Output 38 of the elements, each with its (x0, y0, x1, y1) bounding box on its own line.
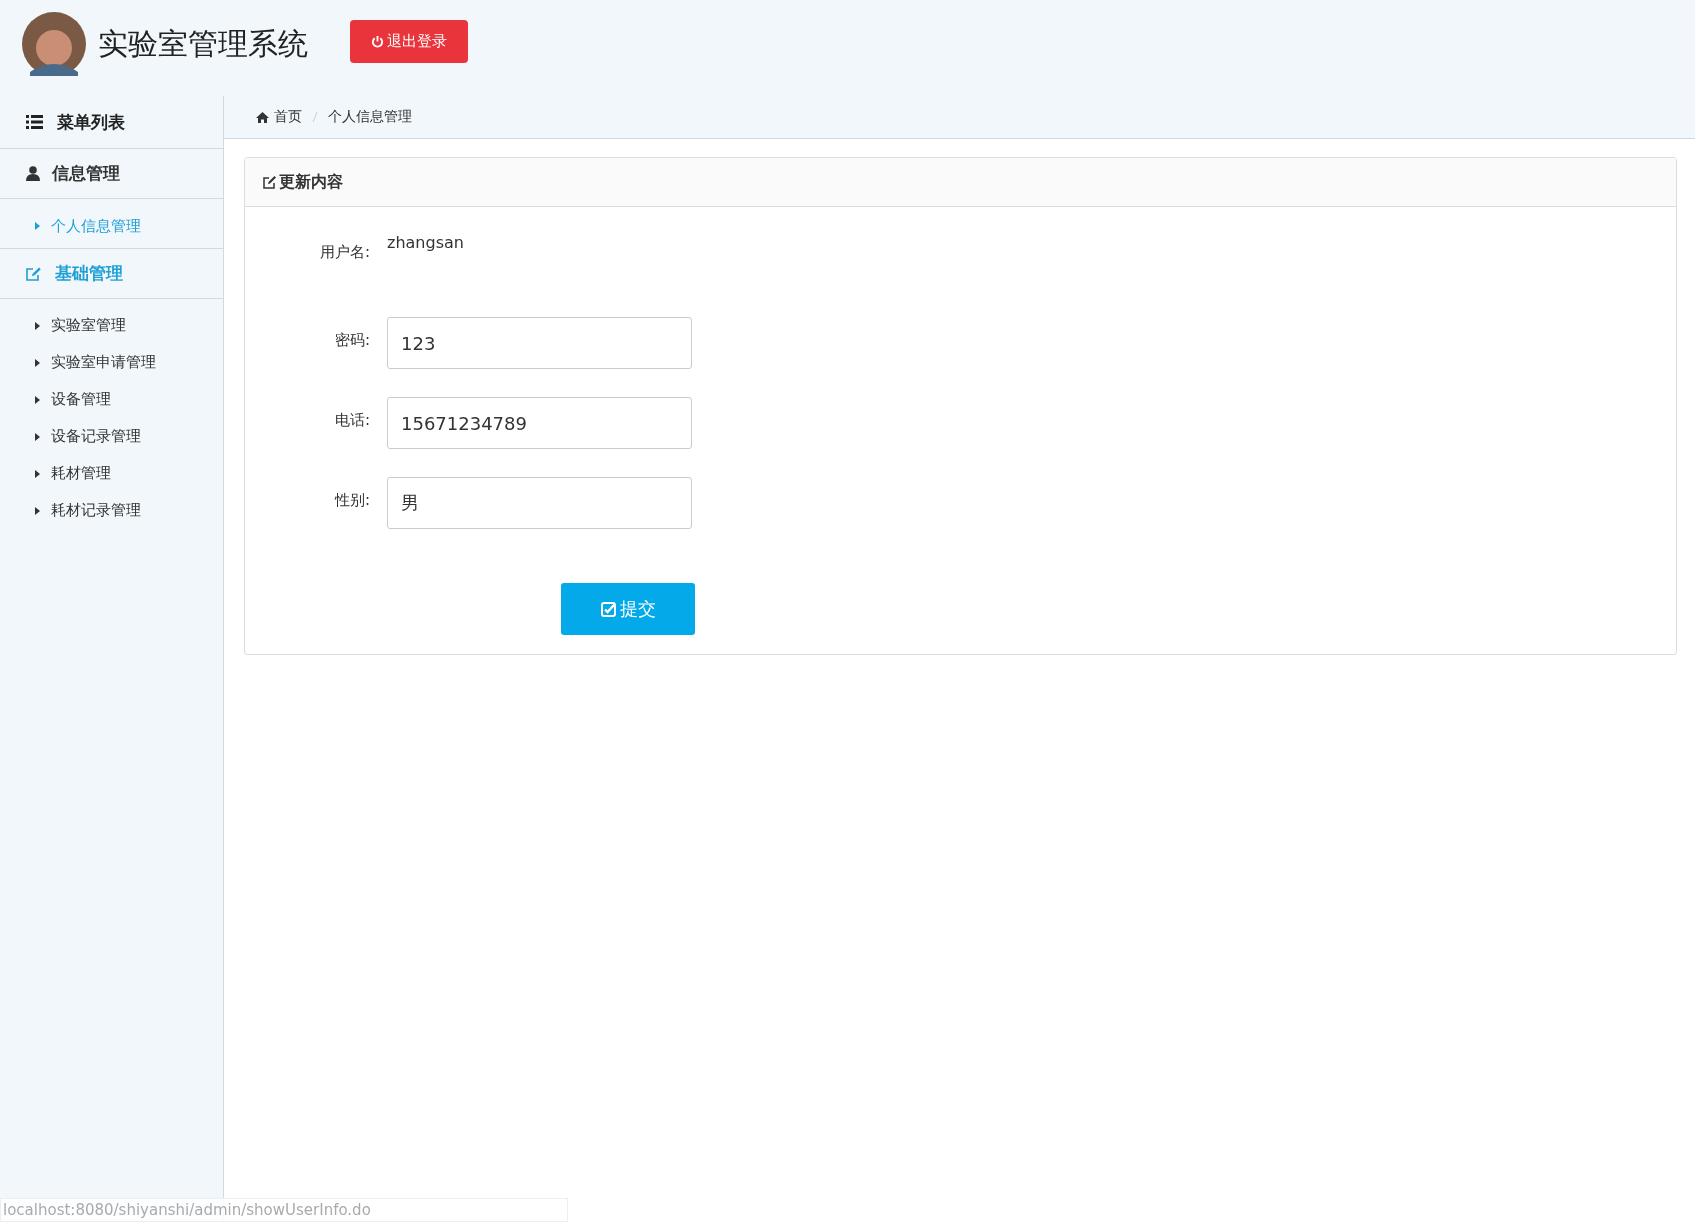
logout-button[interactable]: 退出登录 (350, 20, 468, 63)
field-label: 性别: (334, 491, 370, 510)
user-icon (26, 166, 40, 181)
field-label: 用户名: (319, 243, 370, 262)
edit-icon (26, 266, 43, 281)
caret-icon (35, 321, 40, 330)
caret-icon (35, 395, 40, 404)
field-label: 密码: (334, 331, 370, 350)
menu-item[interactable]: 实验室管理 (0, 307, 223, 344)
avatar (22, 12, 86, 76)
panel-title: 更新内容 (279, 171, 343, 193)
caret-icon (35, 506, 40, 515)
input-field[interactable]: 男 (387, 477, 692, 529)
caret-icon (35, 432, 40, 441)
power-icon (371, 35, 384, 48)
check-icon (600, 601, 616, 617)
field-value: zhangsan (387, 233, 465, 254)
field-label: 电话: (334, 411, 370, 430)
edit-icon (263, 175, 277, 189)
menu-item[interactable]: 耗材管理 (0, 455, 223, 492)
menu-item[interactable]: 设备记录管理 (0, 418, 223, 455)
caret-icon (35, 222, 40, 230)
home-link[interactable]: 首页 (256, 108, 302, 126)
menu-item[interactable]: 实验室申请管理 (0, 344, 223, 381)
home-icon (256, 111, 269, 123)
menu-title: 菜单列表 (57, 110, 125, 134)
app-title: 实验室管理系统 (98, 25, 308, 63)
input-field[interactable]: 123 (387, 317, 692, 369)
caret-icon (35, 358, 40, 367)
menu-item[interactable]: 耗材记录管理 (0, 492, 223, 529)
menu-group[interactable]: 信息管理 (0, 149, 223, 199)
breadcrumb-current: 个人信息管理 (328, 108, 412, 126)
separator-icon (312, 111, 318, 123)
menu-item[interactable]: 设备管理 (0, 381, 223, 418)
input-field[interactable]: 15671234789 (387, 397, 692, 449)
status-bar-url: localhost:8080/shiyanshi/admin/showUserInfo.do (0, 1198, 568, 1222)
list-icon (26, 115, 43, 129)
caret-icon (35, 469, 40, 478)
